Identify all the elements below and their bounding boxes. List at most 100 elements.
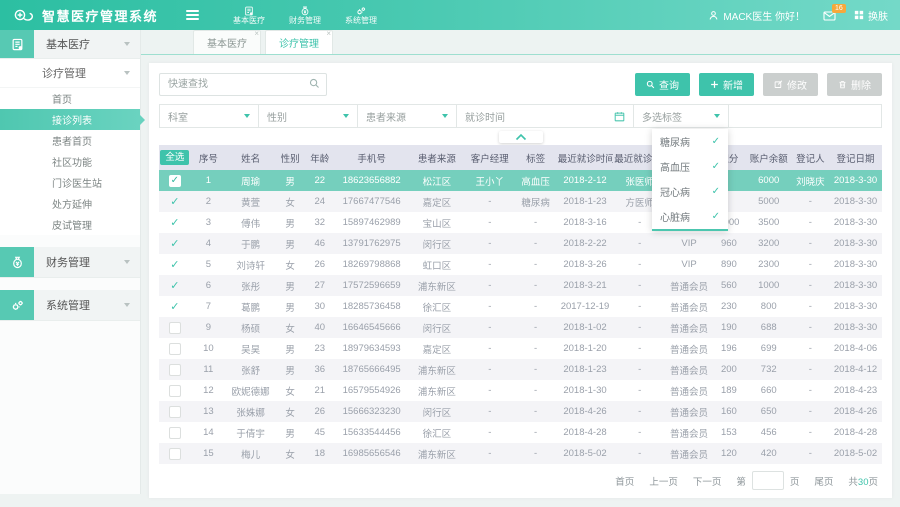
table-cell: 3500 [746, 212, 792, 233]
sidebar-section-0[interactable]: 财务管理 [0, 247, 140, 278]
sidebar-section-basic-medical[interactable]: 基本医疗 [0, 30, 140, 59]
filter-extra-field[interactable] [728, 104, 882, 128]
skin-button[interactable]: 换肤 [854, 8, 888, 23]
column-header: 账户余额 [746, 145, 792, 170]
table-cell: 普通会员 [666, 296, 712, 317]
mail-button[interactable]: 16 [823, 10, 836, 21]
gender-select[interactable]: 性别 [258, 104, 358, 128]
department-label: 科室 [168, 109, 188, 124]
add-button[interactable]: 新增 [699, 73, 754, 96]
top-nav-item-2[interactable]: 系统管理 [345, 6, 377, 25]
collapse-filters-button[interactable] [499, 131, 543, 143]
table-cell: 浦东新区 [409, 275, 465, 296]
table-row-8[interactable]: 10吴昊男2318979634593嘉定区--2018-1-20-普通会员196… [159, 338, 882, 359]
table-cell: - [514, 296, 556, 317]
tag-option-1[interactable]: 高血压✓ [652, 154, 728, 179]
close-icon[interactable]: × [326, 30, 331, 38]
table-row-9[interactable]: 11张舒男3618765666495浦东新区--2018-1-23-普通会员20… [159, 359, 882, 380]
table-cell: 高血压 [514, 170, 556, 191]
pagination-last[interactable]: 尾页 [814, 474, 833, 488]
visit-time-datepicker[interactable]: 就诊时间 [456, 104, 634, 128]
delete-button[interactable]: 删除 [827, 73, 882, 96]
close-icon[interactable]: × [254, 30, 259, 38]
row-checkbox[interactable] [169, 364, 181, 376]
row-checkbox-checked[interactable]: ✓ [170, 259, 179, 271]
sidebar-item-6[interactable]: 皮试管理 [0, 214, 140, 235]
row-checkbox[interactable] [169, 448, 181, 460]
sidebar-item-5[interactable]: 处方延伸 [0, 193, 140, 214]
table-row-4[interactable]: ✓5刘诗轩女2618269798868虹口区--2018-3-26-VIP890… [159, 254, 882, 275]
page-jump-input[interactable] [752, 471, 784, 490]
table-cell: 15666323230 [335, 401, 409, 422]
user-greeting[interactable]: MACK医生 你好！ [708, 8, 805, 23]
table-row-12[interactable]: 14于倩宇男4515633544456徐汇区--2018-4-28-普通会员15… [159, 422, 882, 443]
table-row-7[interactable]: 9杨硕女4016646545666闵行区--2018-1-02-普通会员1906… [159, 317, 882, 338]
table-cell: - [465, 401, 514, 422]
sidebar-section-1[interactable]: 系统管理 [0, 290, 140, 321]
top-nav-item-1[interactable]: 财务管理 [289, 6, 321, 25]
row-checkbox[interactable] [169, 427, 181, 439]
tab-label: 诊疗管理 [279, 35, 319, 50]
table-cell: - [613, 380, 666, 401]
top-nav-item-0[interactable]: 基本医疗 [233, 6, 265, 25]
row-checkbox-checked[interactable]: ✓ [169, 175, 181, 187]
trash-icon [838, 80, 847, 89]
row-checkbox-checked[interactable]: ✓ [170, 196, 179, 208]
hamburger-menu-icon[interactable] [186, 10, 199, 20]
table-row-13[interactable]: 15梅儿女1816985656546浦东新区--2018-5-02-普通会员12… [159, 443, 882, 464]
query-button[interactable]: 查询 [635, 73, 690, 96]
tag-option-0[interactable]: 糖尿病✓ [652, 129, 728, 154]
table-cell: 11 [191, 359, 226, 380]
row-checkbox-checked[interactable]: ✓ [170, 301, 179, 313]
table-row-5[interactable]: ✓6张彤男2717572596659浦东新区--2018-3-21-普通会员56… [159, 275, 882, 296]
sidebar-item-0[interactable]: 首页 [0, 88, 140, 109]
pagination-next[interactable]: 下一页 [693, 474, 722, 488]
table-cell: 189 [712, 380, 746, 401]
table-row-0[interactable]: ✓1周瑜男2218623656882松江区王小丫高血压2018-2-12张医师6… [159, 170, 882, 191]
pagination-prev[interactable]: 上一页 [649, 474, 678, 488]
table-cell: - [613, 359, 666, 380]
sidebar-item-3[interactable]: 社区功能 [0, 151, 140, 172]
checkbox-cell: ✓ [159, 212, 191, 233]
row-checkbox-checked[interactable]: ✓ [170, 280, 179, 292]
row-checkbox[interactable] [169, 385, 181, 397]
search-input[interactable] [159, 73, 327, 96]
table-cell: 24 [305, 191, 335, 212]
table-row-6[interactable]: ✓7葛鹏男3018285736458徐汇区--2017-12-19-普通会员23… [159, 296, 882, 317]
patient-source-select[interactable]: 患者来源 [357, 104, 457, 128]
edit-button[interactable]: 修改 [763, 73, 818, 96]
table-cell: 2018-3-30 [829, 317, 882, 338]
row-checkbox[interactable] [169, 406, 181, 418]
sidebar-item-1[interactable]: 接诊列表 [0, 109, 140, 130]
table-cell: 浦东新区 [409, 380, 465, 401]
row-checkbox-checked[interactable]: ✓ [170, 217, 179, 229]
table-cell: 153 [712, 422, 746, 443]
multi-tag-select[interactable]: 多选标签 糖尿病✓高血压✓冠心病✓心脏病✓ [633, 104, 729, 128]
table-cell: 160 [712, 401, 746, 422]
table-row-10[interactable]: 12欧妮德娜女2116579554926浦东新区--2018-1-30-普通会员… [159, 380, 882, 401]
sidebar-submenu-title[interactable]: 诊疗管理 [0, 59, 140, 88]
table-row-2[interactable]: ✓3傅伟男3215897462989宝山区--2018-3-16-VIP1000… [159, 212, 882, 233]
table-cell: - [792, 233, 829, 254]
cloud-plus-logo-icon [12, 8, 36, 23]
tag-option-label: 糖尿病 [660, 134, 690, 149]
table-row-3[interactable]: ✓4于鹏男4613791762975闵行区--2018-2-22-VIP9603… [159, 233, 882, 254]
sidebar-item-4[interactable]: 门诊医生站 [0, 172, 140, 193]
sidebar-item-2[interactable]: 患者首页 [0, 130, 140, 151]
content-area: 查询 新增 修改 删除 [141, 55, 900, 507]
table-row-1[interactable]: ✓2黄萱女2417667477546嘉定区-糖尿病2018-1-23方医师500… [159, 191, 882, 212]
department-select[interactable]: 科室 [159, 104, 259, 128]
row-checkbox-checked[interactable]: ✓ [170, 238, 179, 250]
tag-option-2[interactable]: 冠心病✓ [652, 179, 728, 204]
select-all-button[interactable]: 全选 [160, 150, 189, 166]
table-row-11[interactable]: 13张姝娜女2615666323230闵行区--2018-4-26-普通会员16… [159, 401, 882, 422]
patient-list-card: 查询 新增 修改 删除 [149, 63, 892, 498]
tab-1[interactable]: 诊疗管理 × [265, 30, 333, 54]
table-cell: - [792, 380, 829, 401]
pagination-first[interactable]: 首页 [615, 474, 634, 488]
tab-0[interactable]: 基本医疗× [193, 30, 261, 54]
row-checkbox[interactable] [169, 343, 181, 355]
table-cell: 普通会员 [666, 401, 712, 422]
tag-option-3[interactable]: 心脏病✓ [652, 204, 728, 229]
row-checkbox[interactable] [169, 322, 181, 334]
